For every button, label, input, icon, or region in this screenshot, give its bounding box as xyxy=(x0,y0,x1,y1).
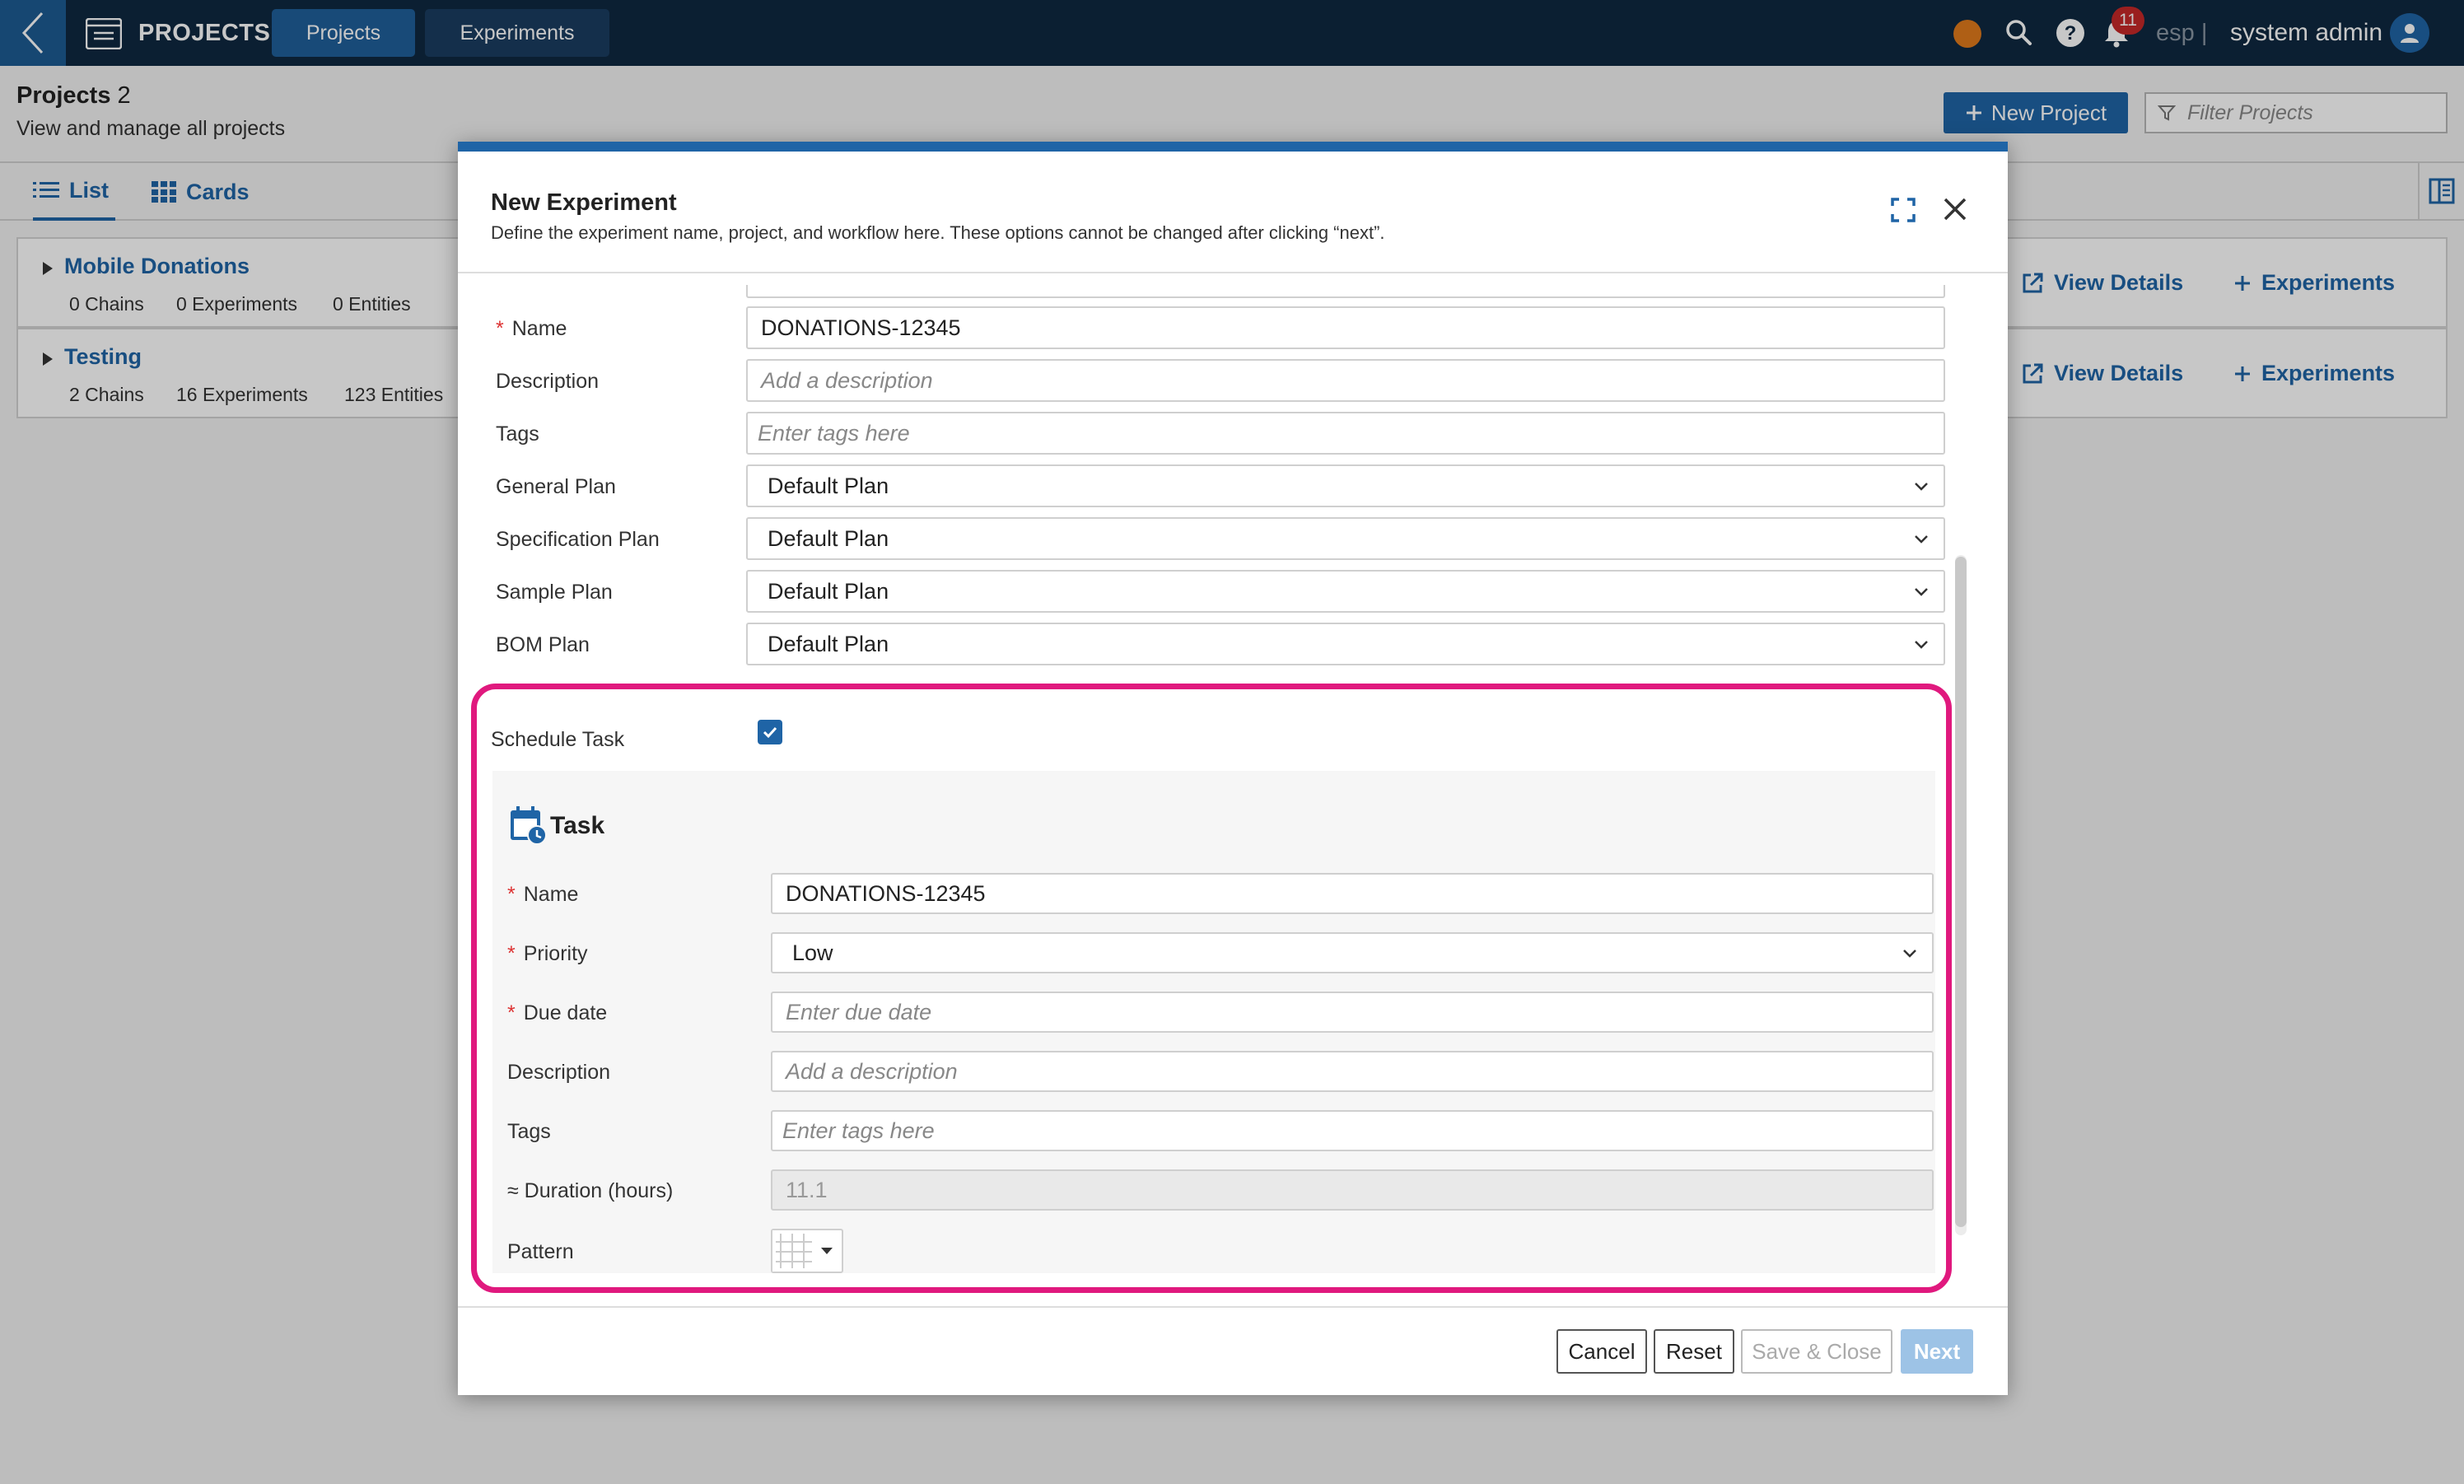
bom-plan-row: BOM Plan Default Plan xyxy=(458,623,2008,667)
new-experiment-dialog: New Experiment Define the experiment nam… xyxy=(458,142,2008,1395)
tags-placeholder: Enter tags here xyxy=(758,420,910,446)
specification-plan-label: Specification Plan xyxy=(496,528,660,551)
sample-plan-select[interactable]: Default Plan xyxy=(746,570,1945,613)
general-plan-select[interactable]: Default Plan xyxy=(746,464,1945,507)
tags-input[interactable]: Enter tags here xyxy=(746,412,1945,455)
next-button[interactable]: Next xyxy=(1901,1329,1973,1374)
chevron-down-icon xyxy=(1915,483,1928,491)
experiment-name-value: DONATIONS-12345 xyxy=(761,315,961,340)
name-label-text: Name xyxy=(511,317,567,340)
tags-label: Tags xyxy=(496,422,539,446)
cancel-button[interactable]: Cancel xyxy=(1556,1329,1647,1374)
required-marker: * xyxy=(496,317,504,340)
experiment-name-input[interactable]: DONATIONS-12345 xyxy=(746,306,1945,349)
dialog-header-divider xyxy=(458,272,2008,273)
description-placeholder: Add a description xyxy=(761,367,933,393)
description-row: Description Add a description xyxy=(458,359,2008,404)
dialog-subtitle: Define the experiment name, project, and… xyxy=(491,222,1385,243)
reset-button[interactable]: Reset xyxy=(1654,1329,1734,1374)
specification-plan-row: Specification Plan Default Plan xyxy=(458,517,2008,562)
general-plan-value: Default Plan xyxy=(768,473,889,498)
description-label: Description xyxy=(496,370,600,393)
dialog-title: New Experiment xyxy=(491,189,677,216)
bom-plan-value: Default Plan xyxy=(768,631,889,656)
bom-plan-select[interactable]: Default Plan xyxy=(746,623,1945,665)
description-input[interactable]: Add a description xyxy=(746,359,1945,402)
chevron-down-icon xyxy=(1915,641,1928,649)
chevron-down-icon xyxy=(1915,588,1928,596)
bom-plan-label: BOM Plan xyxy=(496,633,590,656)
sample-plan-row: Sample Plan Default Plan xyxy=(458,570,2008,614)
sample-plan-label: Sample Plan xyxy=(496,581,613,604)
name-label: * Name xyxy=(496,306,567,351)
specification-plan-select[interactable]: Default Plan xyxy=(746,517,1945,560)
dialog-footer-divider xyxy=(458,1306,2008,1308)
maximize-icon[interactable] xyxy=(1891,198,1916,222)
sample-plan-value: Default Plan xyxy=(768,578,889,604)
experiment-name-row: * Name DONATIONS-12345 xyxy=(458,306,2008,351)
close-icon[interactable] xyxy=(1940,194,1970,224)
tags-row: Tags Enter tags here xyxy=(458,412,2008,456)
specification-plan-value: Default Plan xyxy=(768,525,889,551)
general-plan-row: General Plan Default Plan xyxy=(458,464,2008,509)
scrolled-field-edge xyxy=(746,285,1945,298)
schedule-task-highlight xyxy=(471,684,1952,1293)
general-plan-label: General Plan xyxy=(496,475,616,498)
save-close-button[interactable]: Save & Close xyxy=(1741,1329,1892,1374)
chevron-down-icon xyxy=(1915,535,1928,544)
